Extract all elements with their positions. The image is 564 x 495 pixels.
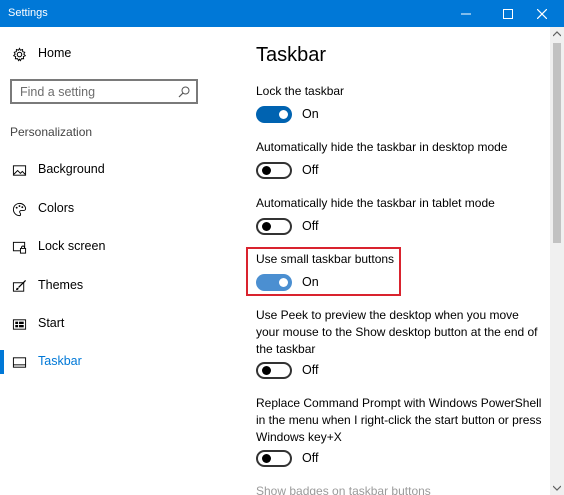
toggle-state: On <box>302 275 319 289</box>
close-button[interactable] <box>520 0 564 27</box>
close-icon <box>537 8 547 19</box>
toggle-knob <box>262 166 271 175</box>
toggle-state: Off <box>302 451 319 465</box>
setting-label: Use small taskbar buttons <box>256 252 395 266</box>
start-icon <box>12 319 27 330</box>
sidebar-item-label: Start <box>38 316 65 330</box>
toggle-state: Off <box>302 163 319 177</box>
autohide-tablet-toggle[interactable] <box>256 218 292 235</box>
setting-label: Lock the taskbar <box>256 84 345 98</box>
taskbar-icon <box>12 357 27 368</box>
setting-label: Use Peek to preview the desktop when you… <box>256 308 538 356</box>
sidebar-item-taskbar[interactable]: Taskbar <box>0 345 238 379</box>
setting-label: Replace Command Prompt with Windows Powe… <box>256 396 542 444</box>
toggle-knob <box>262 454 271 463</box>
lock-screen-icon <box>12 241 27 254</box>
page-title: Taskbar <box>256 44 327 66</box>
toggle-knob <box>262 222 271 231</box>
sidebar-item-themes[interactable]: Themes <box>0 269 238 303</box>
minimize-icon <box>461 13 471 14</box>
sidebar-item-label: Themes <box>38 278 84 292</box>
powershell-toggle[interactable] <box>256 450 292 467</box>
sidebar-item-home[interactable]: Home <box>0 37 238 71</box>
gear-icon <box>12 47 27 62</box>
toggle-state: Off <box>302 363 319 377</box>
toggle-knob <box>279 278 288 287</box>
brush-icon <box>12 279 27 292</box>
small-buttons-toggle[interactable] <box>256 274 292 291</box>
sidebar-item-background[interactable]: Background <box>0 153 238 187</box>
autohide-desktop-toggle[interactable] <box>256 162 292 179</box>
sidebar-item-label: Colors <box>38 201 75 215</box>
sidebar-item-lock-screen[interactable]: Lock screen <box>0 230 238 264</box>
setting-label: Automatically hide the taskbar in deskto… <box>256 140 508 154</box>
setting-label: Show badges on taskbar buttons <box>256 484 431 495</box>
window-title: Settings <box>8 7 48 19</box>
sidebar-item-colors[interactable]: Colors <box>0 192 238 226</box>
active-indicator <box>0 350 4 374</box>
search-placeholder: Find a setting <box>20 85 96 99</box>
title-bar: Settings <box>0 0 564 27</box>
section-label: Personalization <box>10 125 93 139</box>
sidebar-item-label: Lock screen <box>38 239 106 253</box>
peek-toggle[interactable] <box>256 362 292 379</box>
main-content: Taskbar Lock the taskbar On Automaticall… <box>238 27 550 495</box>
setting-label: Automatically hide the taskbar in tablet… <box>256 196 495 210</box>
lock-taskbar-toggle[interactable] <box>256 106 292 123</box>
picture-icon <box>12 165 27 176</box>
scroll-down-icon[interactable] <box>553 485 561 491</box>
sidebar-item-label: Taskbar <box>38 354 82 368</box>
palette-icon <box>12 202 27 217</box>
toggle-state: Off <box>302 219 319 233</box>
scrollbar-thumb[interactable] <box>553 43 561 243</box>
scrollbar[interactable] <box>550 27 564 495</box>
toggle-knob <box>262 366 271 375</box>
search-icon <box>178 86 190 98</box>
sidebar: Home Find a setting Personalization Back… <box>0 27 238 495</box>
toggle-knob <box>279 110 288 119</box>
minimize-button[interactable] <box>444 0 488 27</box>
sidebar-item-label: Background <box>38 162 105 176</box>
sidebar-item-start[interactable]: Start <box>0 307 238 341</box>
search-input[interactable]: Find a setting <box>10 79 198 104</box>
scroll-up-icon[interactable] <box>553 31 561 37</box>
toggle-state: On <box>302 107 319 121</box>
maximize-icon <box>503 8 513 19</box>
sidebar-item-home-label: Home <box>38 46 72 60</box>
